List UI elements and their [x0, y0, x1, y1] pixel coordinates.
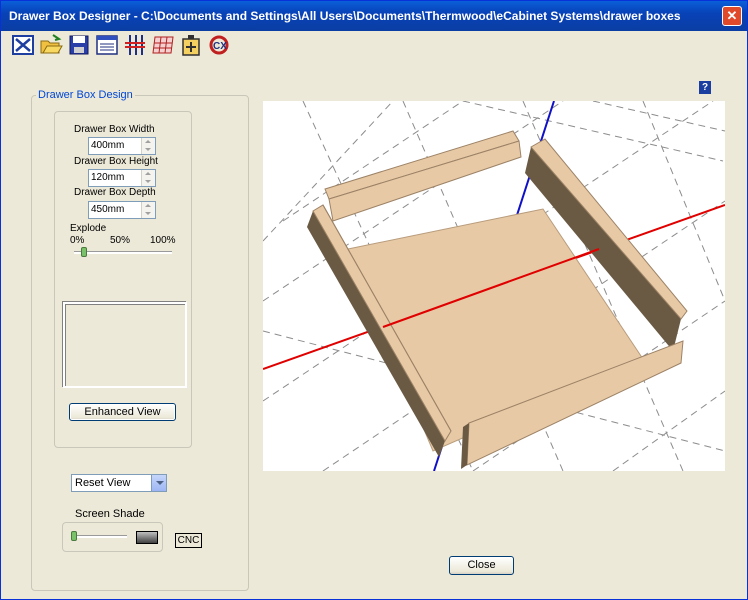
- battery-icon[interactable]: [179, 33, 203, 57]
- grid-line: [612, 390, 725, 471]
- screen-shade-group: [62, 522, 163, 552]
- dimensions-group: Drawer Box Width 400mm Drawer Box Height…: [54, 111, 192, 448]
- grid-icon[interactable]: [151, 33, 175, 57]
- width-spinner[interactable]: 400mm: [88, 137, 156, 155]
- save-disk-icon[interactable]: [67, 33, 91, 57]
- screen-shade-slider-thumb[interactable]: [70, 531, 77, 541]
- height-spin-arrows[interactable]: [141, 170, 155, 186]
- grid-line: [642, 101, 725, 302]
- explode-label: Explode: [70, 223, 107, 234]
- close-button[interactable]: Close: [449, 556, 514, 575]
- cnc-logo-icon[interactable]: CX: [207, 33, 231, 57]
- title-bar[interactable]: Drawer Box Designer - C:\Documents and S…: [1, 1, 747, 31]
- reset-view-select[interactable]: Reset View: [71, 474, 167, 492]
- enhanced-preview-box: [63, 302, 187, 388]
- cut-lines-icon[interactable]: [123, 33, 147, 57]
- drawer-box-design-legend: Drawer Box Design: [36, 89, 135, 101]
- screen-shade-slider-track[interactable]: [71, 535, 127, 538]
- width-label: Drawer Box Width: [74, 124, 155, 135]
- width-value[interactable]: 400mm: [91, 140, 124, 151]
- depth-value[interactable]: 450mm: [91, 204, 124, 215]
- help-icon[interactable]: ?: [699, 81, 711, 94]
- screen-shade-swatch: [136, 531, 158, 544]
- drawer-box-designer-window: Drawer Box Designer - C:\Documents and S…: [0, 0, 748, 600]
- depth-label: Drawer Box Depth: [74, 187, 156, 198]
- 3d-viewport[interactable]: [263, 101, 725, 471]
- open-folder-icon[interactable]: [39, 33, 63, 57]
- cnc-button[interactable]: CNC: [175, 533, 202, 548]
- height-value[interactable]: 120mm: [91, 172, 124, 183]
- height-label: Drawer Box Height: [74, 156, 158, 167]
- chevron-down-icon[interactable]: [151, 475, 166, 491]
- reset-view-value[interactable]: Reset View: [75, 477, 130, 489]
- depth-spin-arrows[interactable]: [141, 202, 155, 218]
- grid-line: [592, 101, 725, 132]
- explode-slider-track[interactable]: [74, 251, 172, 254]
- width-spin-arrows[interactable]: [141, 138, 155, 154]
- drawer-box-design-group: Drawer Box Design Drawer Box Width 400mm…: [31, 89, 249, 591]
- explode-slider-thumb[interactable]: [80, 247, 87, 257]
- depth-spinner[interactable]: 450mm: [88, 201, 156, 219]
- explode-tick-100: 100%: [150, 235, 176, 246]
- enhanced-view-button[interactable]: Enhanced View: [69, 403, 176, 421]
- explode-tick-0: 0%: [70, 235, 85, 246]
- height-spinner[interactable]: 120mm: [88, 169, 156, 187]
- exit-icon[interactable]: [11, 33, 35, 57]
- screen-shade-label: Screen Shade: [75, 508, 145, 520]
- drawer-box-3d-render: [263, 101, 725, 471]
- svg-text:CX: CX: [213, 41, 227, 52]
- explode-tick-50: 50%: [110, 235, 131, 246]
- window-close-button[interactable]: ✕: [722, 6, 742, 26]
- window-view-icon[interactable]: [95, 33, 119, 57]
- window-title: Drawer Box Designer - C:\Documents and S…: [9, 9, 681, 23]
